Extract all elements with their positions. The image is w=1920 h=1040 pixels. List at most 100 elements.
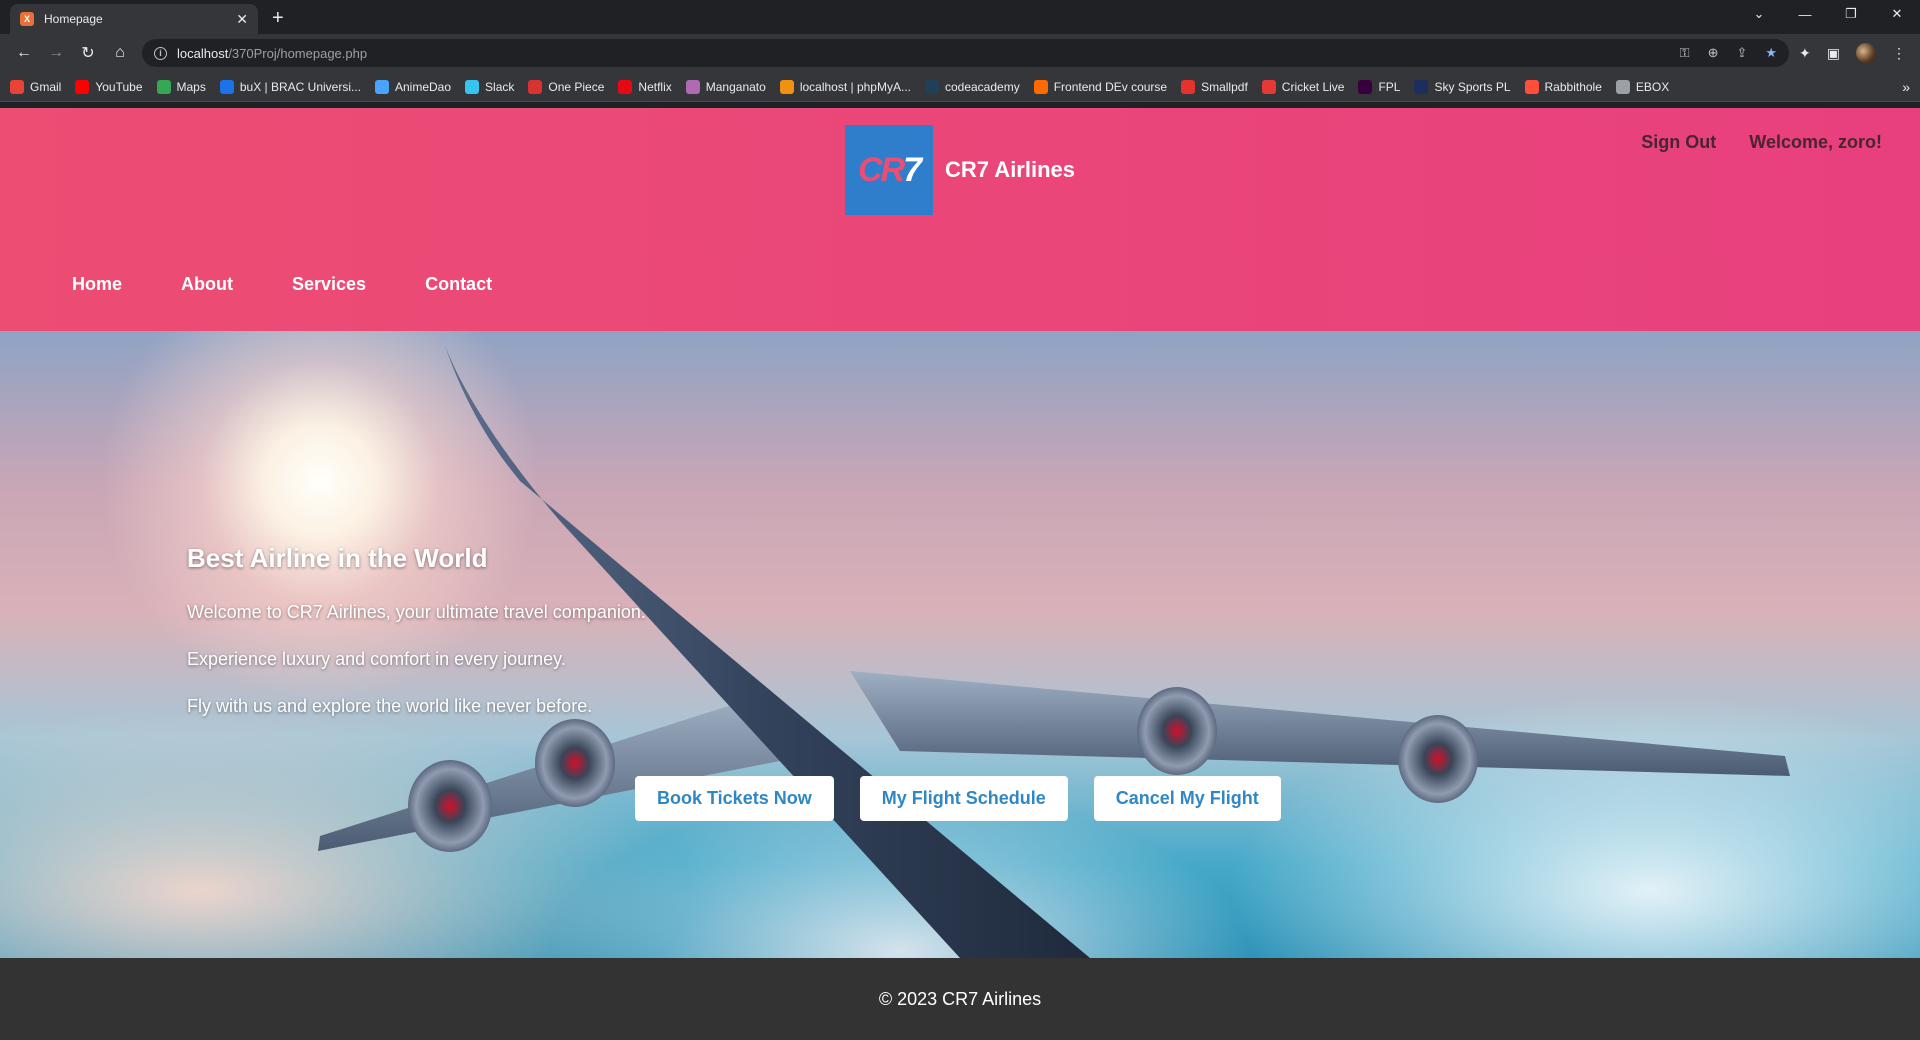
web-page: CR 7 CR7 Airlines Sign Out Welcome, zoro!…	[0, 108, 1920, 1040]
bookmark-label: Frontend DEv course	[1053, 79, 1168, 94]
bookmark-item[interactable]: Sky Sports PL	[1414, 79, 1511, 94]
browser-tabbar: X Homepage ✕ + ⌄ — ❐ ✕	[0, 0, 1920, 34]
bookmark-label: Rabbithole	[1544, 79, 1602, 94]
bookmark-label: Gmail	[30, 79, 62, 94]
address-bar[interactable]: i localhost/370Proj/homepage.php ⚿ ⊕ ⇪ ★	[142, 39, 1790, 67]
tab-search-icon[interactable]: ⌄	[1736, 0, 1782, 28]
bookmark-favicon-icon	[1358, 79, 1373, 94]
bookmark-favicon-icon	[75, 79, 90, 94]
menu-icon[interactable]: ⋮	[1892, 45, 1906, 62]
bookmark-favicon-icon	[1261, 79, 1276, 94]
user-links: Sign Out Welcome, zoro!	[1641, 132, 1882, 153]
window-controls: ⌄ — ❐ ✕	[1736, 0, 1920, 28]
side-panel-icon[interactable]: ▣	[1827, 45, 1840, 62]
bookmark-label: Cricket Live	[1281, 79, 1345, 94]
bookmark-label: buX | BRAC Universi...	[239, 79, 361, 94]
bookmark-favicon-icon	[779, 79, 794, 94]
browser-tab[interactable]: X Homepage ✕	[10, 4, 258, 34]
bookmark-label: Smallpdf	[1201, 79, 1248, 94]
home-icon[interactable]: ⌂	[104, 39, 136, 67]
tab-title: Homepage	[44, 12, 103, 26]
bookmark-star-icon[interactable]: ★	[1765, 45, 1777, 61]
site-footer: © 2023 CR7 Airlines	[0, 958, 1920, 1040]
bookmark-item[interactable]: Rabbithole	[1524, 79, 1602, 94]
bookmark-item[interactable]: Gmail	[10, 79, 62, 94]
zoom-icon[interactable]: ⊕	[1708, 45, 1719, 61]
site-header: CR 7 CR7 Airlines Sign Out Welcome, zoro!…	[0, 108, 1920, 331]
logo-text-cr: CR	[857, 150, 905, 189]
nav-about[interactable]: About	[181, 274, 233, 295]
profile-avatar[interactable]	[1856, 43, 1876, 63]
reload-icon[interactable]: ↻	[72, 39, 104, 67]
logo-text-7: 7	[903, 150, 922, 189]
bookmark-item[interactable]: EBOX	[1615, 79, 1670, 94]
bookmark-label: Manganato	[705, 79, 766, 94]
bookmark-favicon-icon	[1414, 79, 1429, 94]
bookmark-item[interactable]: Netflix	[618, 79, 672, 94]
key-icon[interactable]: ⚿	[1680, 45, 1690, 61]
bookmark-item[interactable]: buX | BRAC Universi...	[219, 79, 361, 94]
bookmark-item[interactable]: One Piece	[528, 79, 604, 94]
browser-toolbar: ← → ↻ ⌂ i localhost/370Proj/homepage.php…	[0, 34, 1920, 72]
bookmark-label: Sky Sports PL	[1434, 79, 1511, 94]
nav-services[interactable]: Services	[292, 274, 366, 295]
sign-out-link[interactable]: Sign Out	[1641, 132, 1716, 153]
forward-icon[interactable]: →	[40, 39, 72, 67]
bookmark-item[interactable]: Frontend DEv course	[1033, 79, 1168, 94]
bookmark-item[interactable]: Slack	[465, 79, 515, 94]
minimize-icon[interactable]: —	[1782, 0, 1828, 28]
bookmark-label: codeacademy	[944, 79, 1020, 94]
bookmark-label: EBOX	[1635, 79, 1670, 94]
brand-name: CR7 Airlines	[945, 157, 1076, 182]
hero-line-2: Experience luxury and comfort in every j…	[187, 649, 566, 669]
bookmark-label: localhost | phpMyA...	[799, 79, 911, 94]
main-nav: Home About Services Contact	[72, 274, 492, 295]
bookmark-item[interactable]: YouTube	[75, 79, 143, 94]
bookmark-item[interactable]: Maps	[156, 79, 206, 94]
welcome-text: Welcome, zoro!	[1749, 132, 1882, 152]
bookmark-favicon-icon	[1033, 79, 1048, 94]
close-tab-icon[interactable]: ✕	[236, 11, 248, 28]
back-icon[interactable]: ←	[8, 39, 40, 67]
nav-contact[interactable]: Contact	[425, 274, 492, 295]
bookmark-favicon-icon	[156, 79, 171, 94]
logo-image: CR 7	[845, 125, 933, 215]
bookmark-label: Maps	[176, 79, 206, 94]
bookmark-label: Netflix	[638, 79, 672, 94]
extensions-icon[interactable]: ✦	[1799, 45, 1811, 62]
xampp-favicon-icon: X	[20, 12, 34, 26]
bookmark-item[interactable]: localhost | phpMyA...	[779, 79, 911, 94]
bookmark-label: Slack	[485, 79, 515, 94]
bookmark-item[interactable]: Manganato	[685, 79, 766, 94]
cancel-flight-button[interactable]: Cancel My Flight	[1093, 776, 1281, 821]
hero-line-3: Fly with us and explore the world like n…	[187, 696, 593, 716]
bookmark-favicon-icon	[1615, 79, 1630, 94]
bookmark-item[interactable]: codeacademy	[924, 79, 1020, 94]
bookmark-favicon-icon	[465, 79, 480, 94]
nav-home[interactable]: Home	[72, 274, 122, 295]
hero-text: Best Airline in the World Welcome to CR7…	[187, 543, 646, 743]
flight-schedule-button[interactable]: My Flight Schedule	[859, 776, 1068, 821]
bookmark-label: FPL	[1378, 79, 1401, 94]
bookmark-item[interactable]: FPL	[1358, 79, 1401, 94]
bookmark-item[interactable]: Smallpdf	[1181, 79, 1248, 94]
restore-icon[interactable]: ❐	[1828, 0, 1874, 28]
hero-banner: Best Airline in the World Welcome to CR7…	[0, 331, 1920, 958]
logo[interactable]: CR 7 CR7 Airlines	[845, 125, 1075, 215]
bookmark-favicon-icon	[10, 79, 24, 94]
new-tab-icon[interactable]: +	[272, 7, 284, 30]
bookmark-favicon-icon	[219, 79, 234, 94]
bookmark-label: YouTube	[95, 79, 143, 94]
close-window-icon[interactable]: ✕	[1874, 0, 1920, 28]
more-bookmarks-icon[interactable]: »	[1902, 79, 1910, 95]
book-tickets-button[interactable]: Book Tickets Now	[635, 776, 834, 821]
bookmark-favicon-icon	[528, 79, 543, 94]
share-icon[interactable]: ⇪	[1736, 45, 1747, 61]
site-info-icon[interactable]: i	[154, 46, 167, 60]
bookmark-item[interactable]: Cricket Live	[1261, 79, 1345, 94]
bookmark-favicon-icon	[375, 79, 389, 94]
bookmark-label: AnimeDao	[395, 79, 452, 94]
copyright-text: © 2023 CR7 Airlines	[878, 988, 1042, 1009]
bookmark-item[interactable]: AnimeDao	[375, 79, 452, 94]
bookmark-favicon-icon	[1181, 79, 1196, 94]
